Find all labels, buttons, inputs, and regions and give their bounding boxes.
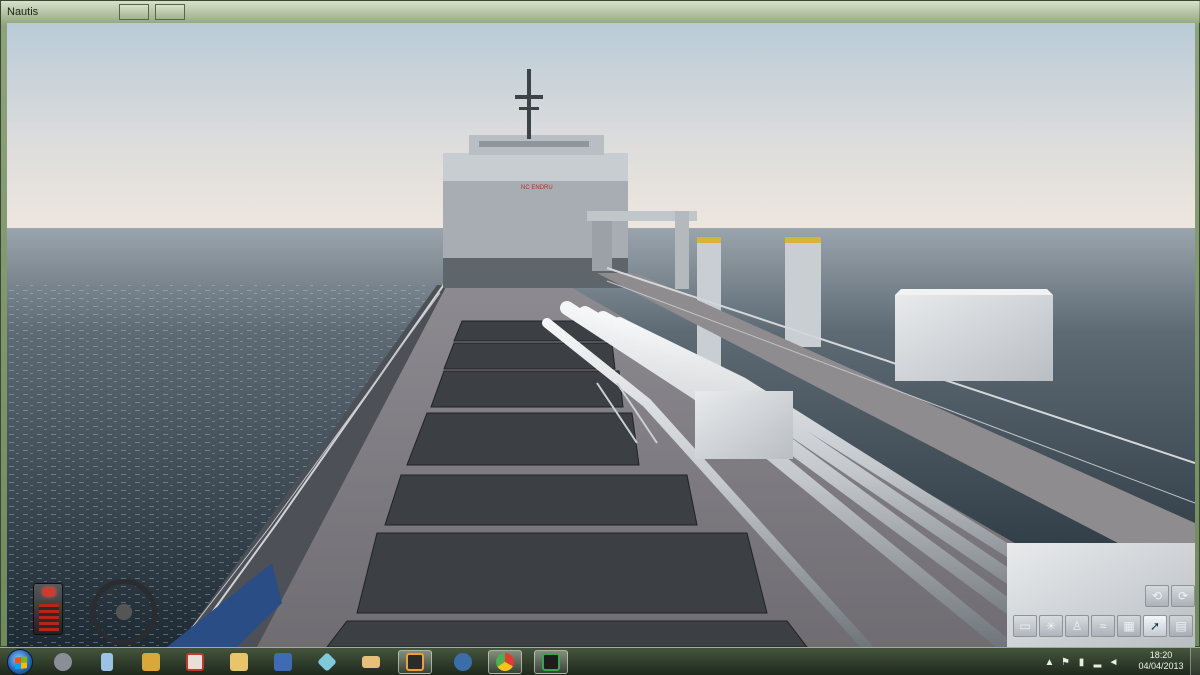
person-icon[interactable]: ♙: [1065, 615, 1089, 637]
clock-time: 18:20: [1149, 650, 1173, 660]
thunderbird-icon[interactable]: [446, 650, 480, 674]
word-icon[interactable]: [266, 650, 300, 674]
explorer-icon[interactable]: [222, 650, 256, 674]
snowflake-icon[interactable]: ✳: [1039, 615, 1063, 637]
media-player-icon[interactable]: [534, 650, 568, 674]
superstructure-name: NC ENDRU: [521, 185, 553, 191]
clock[interactable]: 18:20 04/04/2013: [1138, 650, 1184, 674]
system-tray: ▲ ⚑ ▮ ▂ ◄: [1044, 648, 1119, 675]
wave-icon[interactable]: ≈: [1091, 615, 1115, 637]
grid-icon[interactable]: ▦: [1117, 615, 1141, 637]
settings-icon[interactable]: [46, 650, 80, 674]
xmind-icon[interactable]: [398, 650, 432, 674]
thumbnail-2[interactable]: [155, 4, 185, 20]
dashboard-icon[interactable]: ▤: [1169, 615, 1193, 637]
hud-tool-panel: ⟲ ⟳ ▭ ✳ ♙ ≈ ▦ ➚ ▤: [1011, 585, 1195, 647]
app-crown-icon[interactable]: [134, 650, 168, 674]
minimize-icon[interactable]: ▭: [1013, 615, 1037, 637]
flag-icon[interactable]: ⚑: [1060, 657, 1071, 668]
volume-icon[interactable]: ◄: [1108, 657, 1119, 668]
thumbnail-1[interactable]: [119, 4, 149, 20]
forward-icon[interactable]: ⟳: [1171, 585, 1195, 607]
windows-start-icon: [7, 649, 33, 675]
up-arrow-icon[interactable]: ▲: [1044, 657, 1055, 668]
clock-date: 04/04/2013: [1138, 661, 1184, 671]
window-title: Nautis: [7, 6, 39, 18]
taskbar: ▲ ⚑ ▮ ▂ ◄ 18:20 04/04/2013: [0, 647, 1200, 675]
folder-app-icon[interactable]: [354, 650, 388, 674]
tanker-deck-scene: NC ENDRU: [7, 23, 1195, 647]
pointer-icon[interactable]: ➚: [1143, 615, 1167, 637]
title-thumbnails: [119, 4, 185, 20]
chrome-icon[interactable]: [488, 650, 522, 674]
signal-icon[interactable]: ▂: [1092, 657, 1103, 668]
simulator-window: Nautis NC ENDRU ⟲ ⟳ ▭ ✳ ♙ ≈ ▦ ➚ ▤: [0, 0, 1200, 647]
zoom-icon[interactable]: [178, 650, 212, 674]
start-button[interactable]: [3, 648, 37, 675]
steering-wheel-icon[interactable]: [91, 579, 157, 645]
hud-left-panel: [21, 575, 171, 647]
show-desktop-button[interactable]: [1190, 648, 1200, 675]
title-bar[interactable]: Nautis: [1, 1, 1200, 23]
ship-viewport[interactable]: NC ENDRU ⟲ ⟳ ▭ ✳ ♙ ≈ ▦ ➚ ▤: [7, 23, 1195, 647]
rewind-icon[interactable]: ⟲: [1145, 585, 1169, 607]
calculator-icon[interactable]: [90, 650, 124, 674]
signal-light-icon[interactable]: [33, 583, 63, 635]
battery-icon[interactable]: ▮: [1076, 657, 1087, 668]
crystal-icon[interactable]: [310, 650, 344, 674]
